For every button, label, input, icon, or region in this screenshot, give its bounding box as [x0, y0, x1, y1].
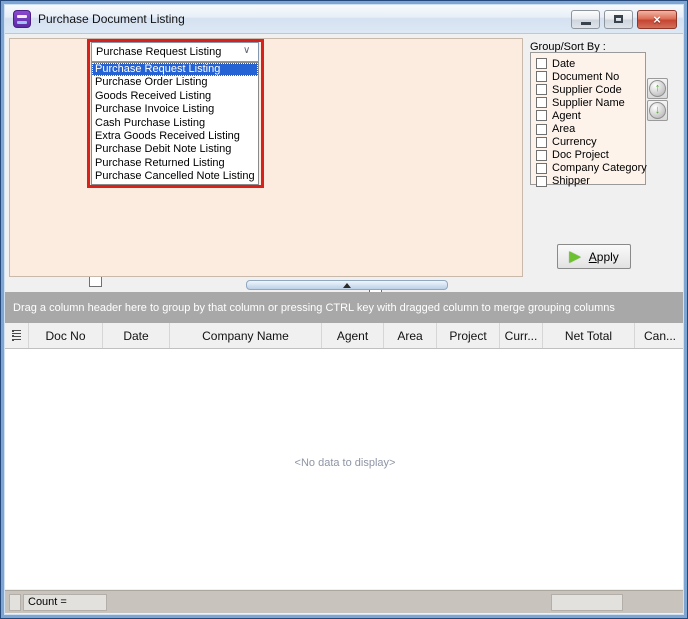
up-arrow-icon: ↑ — [649, 80, 666, 97]
checkbox-icon[interactable] — [536, 110, 547, 121]
dropdown-option[interactable]: Purchase Debit Note Listing — [92, 143, 258, 156]
documents-dropdown[interactable]: Purchase Request Listing Purchase Order … — [91, 62, 259, 185]
minimize-button[interactable] — [571, 10, 600, 29]
group-sort-item[interactable]: Area — [536, 122, 645, 135]
column-header-date[interactable]: Date — [103, 323, 170, 348]
move-up-button[interactable]: ↑ — [647, 78, 668, 99]
apply-label: Apply — [589, 250, 619, 264]
row-indicator-icon — [12, 330, 21, 341]
minimize-icon — [581, 22, 591, 25]
down-arrow-icon: ↓ — [649, 102, 666, 119]
maximize-icon — [614, 15, 623, 23]
dropdown-option[interactable]: Purchase Cancelled Note Listing — [92, 170, 258, 183]
group-sort-item[interactable]: Supplier Code — [536, 83, 645, 96]
column-header-doc-no[interactable]: Doc No — [29, 323, 103, 348]
group-sort-item[interactable]: Agent — [536, 109, 645, 122]
group-by-hint-text: Drag a column header here to group by th… — [13, 302, 615, 314]
close-button[interactable]: × — [637, 10, 677, 29]
column-header-currency[interactable]: Curr... — [500, 323, 543, 348]
count-label: Count = — [23, 594, 107, 611]
column-header-area[interactable]: Area — [384, 323, 437, 348]
no-data-text: <No data to display> — [5, 457, 685, 469]
checkbox-icon[interactable] — [536, 71, 547, 82]
column-header-project[interactable]: Project — [437, 323, 500, 348]
checkbox-icon[interactable] — [536, 58, 547, 69]
grid-header-row: Doc No Date Company Name Agent Area Proj… — [5, 323, 685, 349]
status-bar: Count = — [5, 590, 685, 613]
group-sort-item[interactable]: Currency — [536, 136, 645, 149]
checkbox-icon[interactable] — [536, 176, 547, 187]
dropdown-option[interactable]: Purchase Request Listing — [92, 63, 258, 76]
dropdown-option[interactable]: Goods Received Listing — [92, 90, 258, 103]
column-header-net-total[interactable]: Net Total — [543, 323, 635, 348]
collapse-arrow-icon — [343, 283, 351, 288]
maximize-button[interactable] — [604, 10, 633, 29]
dropdown-option[interactable]: Purchase Returned Listing — [92, 157, 258, 170]
dropdown-option[interactable]: Cash Purchase Listing — [92, 117, 258, 130]
row-indicator-header — [5, 323, 29, 348]
column-header-company-name[interactable]: Company Name — [170, 323, 322, 348]
dropdown-option[interactable]: Purchase Order Listing — [92, 76, 258, 89]
column-header-agent[interactable]: Agent — [322, 323, 384, 348]
group-sort-item[interactable]: Date — [536, 57, 645, 70]
column-header-cancelled[interactable]: Can... — [635, 323, 685, 348]
dropdown-option[interactable]: Purchase Invoice Listing — [92, 103, 258, 116]
group-sort-item[interactable]: Shipper — [536, 175, 645, 188]
dropdown-option[interactable]: Extra Goods Received Listing — [92, 130, 258, 143]
apply-play-icon: ▶ — [569, 249, 581, 264]
filter-panel — [9, 38, 523, 277]
group-by-hint-bar[interactable]: Drag a column header here to group by th… — [5, 292, 685, 323]
purchase-document-listing-window: Purchase Document Listing × Documents: D… — [0, 0, 688, 619]
checkbox-icon[interactable] — [536, 84, 547, 95]
splitter-collapse-handle[interactable] — [246, 280, 448, 290]
group-sort-listbox[interactable]: Date Document No Supplier Code Supplier … — [530, 52, 646, 185]
status-segment — [551, 594, 623, 611]
documents-combobox[interactable]: Purchase Request Listing — [91, 42, 259, 62]
chevron-down-icon: ∨ — [243, 45, 683, 57]
checkbox-icon[interactable] — [536, 124, 547, 135]
checkbox-icon[interactable] — [536, 163, 547, 174]
move-down-button[interactable]: ↓ — [647, 100, 668, 121]
apply-button[interactable]: ▶ Apply — [557, 244, 631, 269]
checkbox-icon[interactable] — [536, 137, 547, 148]
group-sort-item[interactable]: Supplier Name — [536, 96, 645, 109]
grid-body — [5, 349, 685, 589]
checkbox-icon[interactable] — [536, 97, 547, 108]
title-bar[interactable]: Purchase Document Listing × — [5, 5, 685, 34]
app-icon — [13, 10, 31, 28]
group-sort-item[interactable]: Document No — [536, 70, 645, 83]
checkbox-icon[interactable] — [536, 150, 547, 161]
close-icon: × — [653, 12, 661, 27]
window-title: Purchase Document Listing — [38, 12, 185, 26]
status-segment — [9, 594, 21, 611]
group-sort-item[interactable]: Company Category — [536, 162, 645, 175]
group-sort-item[interactable]: Doc Project — [536, 149, 645, 162]
